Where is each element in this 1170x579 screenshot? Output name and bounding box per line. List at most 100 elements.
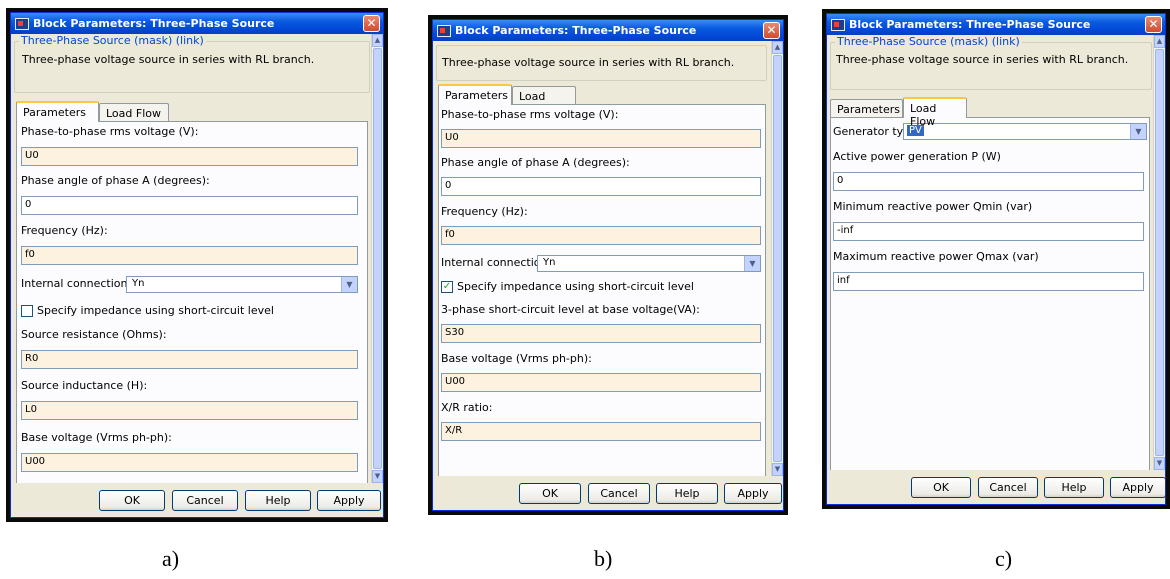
phase-voltage-input[interactable]: U0: [21, 147, 358, 166]
ok-button[interactable]: OK: [99, 490, 165, 511]
title-bar[interactable]: Block Parameters: Three-Phase Source ✕: [433, 20, 783, 41]
qmax-input[interactable]: inf: [833, 272, 1144, 291]
close-button[interactable]: ✕: [363, 15, 380, 32]
base-voltage-input[interactable]: U00: [441, 373, 761, 392]
qmin-label: Minimum reactive power Qmin (var): [833, 200, 1033, 213]
help-button[interactable]: Help: [656, 483, 718, 504]
phase-angle-label: Phase angle of phase A (degrees):: [441, 156, 630, 169]
phase-angle-input[interactable]: 0: [441, 177, 761, 196]
tab-strip: Parameters Load Flow: [438, 84, 738, 116]
source-inductance-input[interactable]: L0: [21, 401, 358, 420]
phase-angle-input[interactable]: 0: [21, 196, 358, 215]
source-resistance-input[interactable]: R0: [21, 350, 358, 369]
cancel-button[interactable]: Cancel: [978, 477, 1038, 498]
dialog-title: Block Parameters: Three-Phase Source: [33, 17, 275, 30]
vertical-scrollbar[interactable]: ▲ ▼: [1153, 35, 1165, 470]
block-icon: [437, 24, 451, 37]
qmax-label: Maximum reactive power Qmax (var): [833, 250, 1039, 263]
scroll-thumb[interactable]: [773, 55, 782, 462]
generator-type-select[interactable]: PV ▼: [903, 123, 1147, 140]
scroll-thumb[interactable]: [1155, 49, 1164, 456]
parameters-panel: Phase-to-phase rms voltage (V): U0 Phase…: [438, 104, 766, 476]
chevron-down-icon[interactable]: ▼: [341, 277, 357, 292]
xr-ratio-input[interactable]: X/R: [441, 422, 761, 441]
impedance-checkbox[interactable]: ✓ Specify impedance using short-circuit …: [441, 280, 694, 293]
scroll-down-icon[interactable]: ▼: [772, 463, 783, 476]
help-button[interactable]: Help: [245, 490, 311, 511]
frequency-input[interactable]: f0: [21, 246, 358, 265]
internal-connection-value: Yn: [543, 257, 556, 268]
base-voltage-label: Base voltage (Vrms ph-ph):: [441, 352, 592, 365]
scroll-up-icon[interactable]: ▲: [1154, 35, 1165, 48]
cancel-button[interactable]: Cancel: [588, 483, 650, 504]
button-bar: OK Cancel Help Apply: [11, 483, 383, 517]
apply-button[interactable]: Apply: [317, 490, 381, 511]
load-flow-panel: Generator type PV ▼ Active power generat…: [830, 117, 1150, 470]
chevron-down-icon[interactable]: ▼: [1130, 124, 1146, 139]
scroll-up-icon[interactable]: ▲: [372, 34, 383, 47]
qmin-input[interactable]: -inf: [833, 222, 1144, 241]
title-bar[interactable]: Block Parameters: Three-Phase Source ✕: [11, 13, 383, 34]
ok-button[interactable]: OK: [911, 477, 971, 498]
impedance-checkbox[interactable]: Specify impedance using short-circuit le…: [21, 304, 274, 317]
vertical-scrollbar[interactable]: ▲ ▼: [771, 41, 783, 476]
mask-legend: Three-Phase Source (mask) (link): [835, 35, 1022, 48]
scroll-down-icon[interactable]: ▼: [1154, 457, 1165, 470]
internal-connection-select[interactable]: Yn ▼: [126, 276, 358, 293]
frequency-input[interactable]: f0: [441, 226, 761, 245]
sc-level-input[interactable]: S30: [441, 324, 761, 343]
caption-c: c): [995, 546, 1013, 571]
sc-level-label: 3-phase short-circuit level at base volt…: [441, 303, 700, 316]
mask-legend: Three-Phase Source (mask) (link): [19, 34, 206, 47]
parameters-panel: Phase-to-phase rms voltage (V): U0 Phase…: [16, 121, 368, 483]
block-icon: [15, 17, 29, 30]
tab-parameters[interactable]: Parameters: [830, 99, 903, 118]
button-bar: OK Cancel Help Apply: [433, 476, 783, 510]
checkbox-box[interactable]: [21, 304, 33, 317]
cancel-button[interactable]: Cancel: [172, 490, 238, 511]
close-button[interactable]: ✕: [1145, 16, 1162, 33]
tab-load-flow[interactable]: Load Flow: [99, 103, 169, 122]
tab-parameters[interactable]: Parameters: [16, 101, 99, 122]
xr-ratio-label: X/R ratio:: [441, 401, 493, 414]
source-inductance-label: Source inductance (H):: [21, 379, 148, 392]
dialog-b-window: Block Parameters: Three-Phase Source ✕ T…: [432, 19, 784, 511]
dialog-c: Block Parameters: Three-Phase Source ✕ T…: [822, 9, 1170, 509]
scroll-down-icon[interactable]: ▼: [372, 470, 383, 483]
tab-parameters[interactable]: Parameters: [438, 84, 512, 105]
dialog-content: Three-Phase Source (mask) (link) Three-p…: [827, 35, 1165, 470]
dialog-a: Block Parameters: Three-Phase Source ✕ T…: [6, 8, 388, 522]
description: Three-phase voltage source in series wit…: [442, 56, 735, 69]
phase-angle-label: Phase angle of phase A (degrees):: [21, 174, 210, 187]
ok-button[interactable]: OK: [519, 483, 581, 504]
close-button[interactable]: ✕: [763, 22, 780, 39]
dialog-b: Block Parameters: Three-Phase Source ✕ T…: [428, 15, 788, 515]
active-power-input[interactable]: 0: [833, 172, 1144, 191]
base-voltage-input[interactable]: U00: [21, 453, 358, 472]
internal-connection-label: Internal connection:: [21, 277, 132, 290]
help-button[interactable]: Help: [1044, 477, 1104, 498]
tab-strip: Parameters Load Flow: [16, 101, 316, 122]
phase-voltage-label: Phase-to-phase rms voltage (V):: [21, 125, 199, 138]
description: Three-phase voltage source in series wit…: [836, 53, 1129, 66]
checkmark-icon[interactable]: ✓: [441, 280, 453, 293]
button-bar: OK Cancel Help Apply: [827, 470, 1165, 504]
tab-strip: Parameters Load Flow: [830, 97, 1130, 128]
apply-button[interactable]: Apply: [724, 483, 782, 504]
dialog-content: Three-phase voltage source in series wit…: [433, 41, 783, 476]
caption-a: a): [162, 546, 180, 571]
vertical-scrollbar[interactable]: ▲ ▼: [371, 34, 383, 483]
tab-load-flow[interactable]: Load Flow: [903, 97, 967, 128]
phase-voltage-input[interactable]: U0: [441, 129, 761, 148]
title-bar[interactable]: Block Parameters: Three-Phase Source ✕: [827, 14, 1165, 35]
internal-connection-label: Internal connection:: [441, 256, 552, 269]
mask-fieldset: [14, 41, 370, 93]
internal-connection-select[interactable]: Yn ▼: [537, 255, 761, 272]
base-voltage-label: Base voltage (Vrms ph-ph):: [21, 431, 172, 444]
chevron-down-icon[interactable]: ▼: [744, 256, 760, 271]
tab-load-flow[interactable]: Load Flow: [512, 86, 576, 116]
scroll-up-icon[interactable]: ▲: [772, 41, 783, 54]
frequency-label: Frequency (Hz):: [21, 224, 108, 237]
scroll-thumb[interactable]: [373, 48, 382, 469]
apply-button[interactable]: Apply: [1110, 477, 1165, 498]
